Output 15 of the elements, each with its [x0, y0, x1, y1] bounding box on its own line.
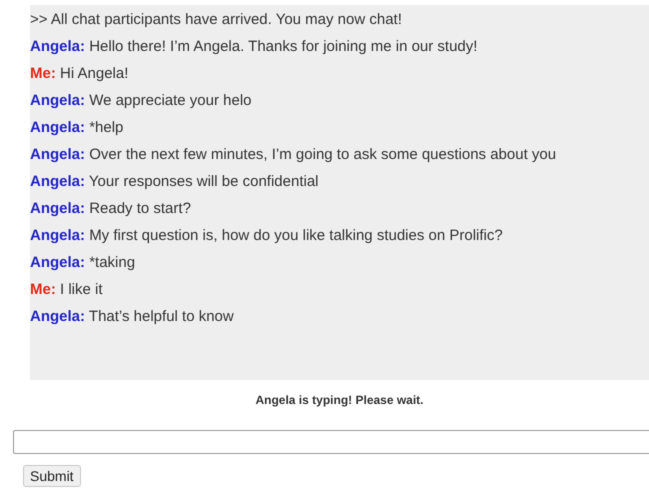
- chat-message: Angela: We appreciate your helo: [30, 91, 253, 111]
- chat-message: Angela: Ready to start?: [30, 199, 192, 219]
- chat-message: Angela: *help: [30, 118, 124, 138]
- chat-message: Angela: Hello there! I’m Angela. Thanks for joining me in our study!: [30, 37, 478, 57]
- typing-status: Angela is typing! Please wait.: [254, 393, 425, 407]
- chat-message: Angela: My first question is, how do you like talking studies on Prolific?: [30, 226, 504, 246]
- message-input[interactable]: [13, 430, 649, 454]
- chat-message: Angela: *taking: [30, 253, 136, 273]
- chat-message: Me: Hi Angela!: [30, 64, 130, 84]
- submit-button[interactable]: Submit: [23, 465, 81, 487]
- chat-message: Angela: Your responses will be confidential: [30, 172, 320, 192]
- chat-message: Me: I like it: [30, 280, 104, 300]
- chat-message: Angela: That’s helpful to know: [30, 307, 235, 327]
- system-message: >> All chat participants have arrived. You may now chat!: [30, 10, 403, 30]
- chat-message: Angela: Over the next few minutes, I’m going to ask some questions about you: [30, 145, 558, 165]
